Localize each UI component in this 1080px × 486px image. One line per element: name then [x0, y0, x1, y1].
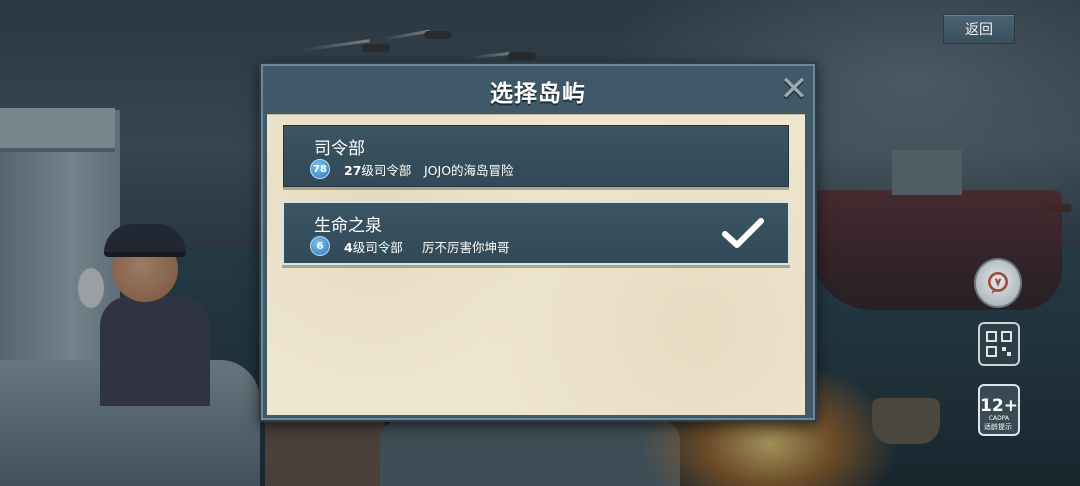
hq-level: 27级司令部: [344, 160, 411, 179]
age-rating-tip: 适龄提示: [984, 423, 1012, 431]
hq-level: 4级司令部: [344, 237, 403, 256]
island-name: 司令部: [314, 139, 365, 159]
island-row-fountain-of-life[interactable]: 生命之泉 6 4级司令部 厉不厉害你坤哥: [282, 201, 790, 265]
player-level-badge: 78: [310, 159, 330, 179]
chat-bubble-glyph: [988, 271, 1008, 294]
modal-title: 选择岛屿: [490, 81, 586, 107]
qr-code-glyph: [986, 331, 1012, 357]
chat-bubble-icon[interactable]: [974, 258, 1022, 308]
age-rating-number: 12+: [980, 396, 1018, 416]
close-icon[interactable]: ✕: [777, 72, 811, 106]
back-button[interactable]: 返回: [943, 14, 1015, 44]
island-owner: JOJO的海岛冒险: [424, 163, 514, 178]
checkmark-icon: [722, 218, 764, 248]
qr-code-icon[interactable]: [978, 322, 1020, 366]
island-row-hq[interactable]: 司令部 78 27级司令部 JOJO的海岛冒险: [283, 125, 789, 187]
player-level-badge: 6: [310, 236, 330, 256]
hq-level-suffix: 级司令部: [361, 163, 412, 178]
hq-level-suffix: 级司令部: [352, 240, 403, 255]
island-name: 生命之泉: [314, 216, 382, 236]
island-list-panel: 司令部 78 27级司令部 JOJO的海岛冒险 生命之泉 6 4级司令部 厉不厉…: [267, 114, 805, 415]
hq-level-number: 4: [344, 240, 353, 255]
island-owner: 厉不厉害你坤哥: [422, 240, 510, 255]
island-select-modal: 选择岛屿 ✕ 司令部 78 27级司令部 JOJO的海岛冒险 生命之泉 6 4级…: [259, 62, 817, 422]
hq-level-number: 27: [344, 163, 362, 178]
